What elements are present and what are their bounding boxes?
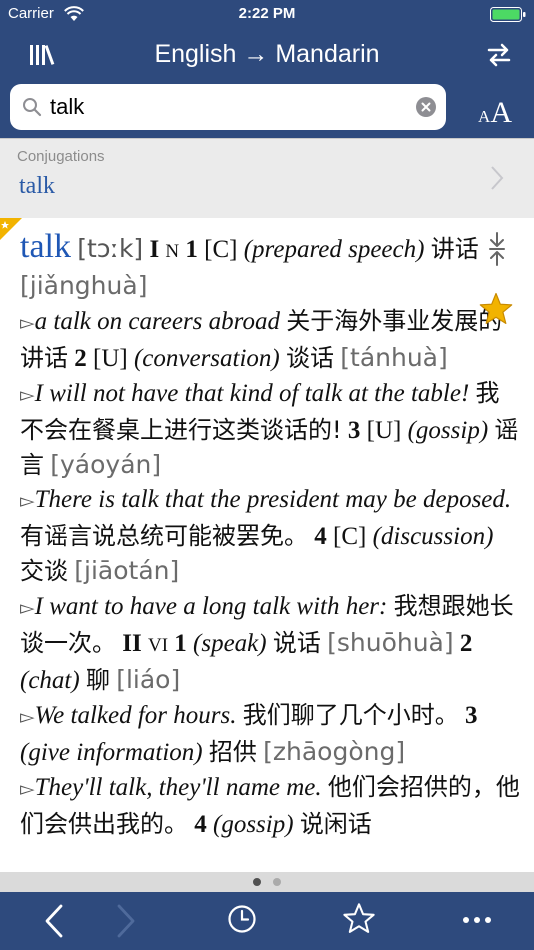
chevron-right-icon <box>491 166 504 190</box>
example-marker-icon: ▻ <box>20 707 35 728</box>
example-en: a talk on careers abroad <box>34 308 280 335</box>
font-size-small-label: A <box>478 107 491 126</box>
grammar-label: [U] <box>366 417 402 444</box>
sense-number: 4 <box>194 811 207 838</box>
clock: 2:22 PM <box>238 5 296 22</box>
sense-gloss: (give information) <box>20 739 203 766</box>
sense-number: 3 <box>464 702 478 729</box>
pinyin: [jiǎnghuà] <box>20 271 148 300</box>
conjugations-title: Conjugations <box>17 148 105 165</box>
headword: talk <box>20 228 71 265</box>
sense-gloss: (gossip) <box>213 811 294 838</box>
translation: 说话 <box>272 629 321 657</box>
translation: 聊 <box>85 666 110 694</box>
sense-gloss: (chat) <box>20 667 80 694</box>
star-icon[interactable] <box>478 292 514 326</box>
favorites-icon[interactable] <box>342 902 376 935</box>
battery-icon <box>490 7 526 22</box>
search-input[interactable] <box>48 91 410 123</box>
sense-number: 2 <box>74 345 87 372</box>
pinyin: [zhāogòng] <box>263 737 406 766</box>
translation: 讲话 <box>430 235 479 263</box>
search-icon <box>23 98 42 117</box>
sense-gloss: (conversation) <box>133 345 280 372</box>
example-marker-icon: ▻ <box>20 385 35 406</box>
example-en: We talked for hours. <box>34 702 237 729</box>
bottom-toolbar <box>0 892 534 950</box>
font-size-button[interactable]: AA <box>478 96 512 130</box>
pinyin: [shuōhuà] <box>327 628 454 657</box>
phonetic: [tɔːk] <box>77 234 144 263</box>
conjugations-row[interactable]: Conjugations talk <box>0 138 534 219</box>
clear-icon[interactable] <box>416 97 436 117</box>
dictionary-entry: talk [tɔːk] I N 1 [C] (prepared speech) … <box>0 218 534 872</box>
example-zh: 有谣言说总统可能被罢免。 <box>20 522 308 550</box>
page-dot[interactable] <box>273 878 281 886</box>
example-marker-icon: ▻ <box>20 598 35 619</box>
status-bar: Carrier 2:22 PM <box>0 0 534 30</box>
translation: 招供 <box>208 738 257 766</box>
pinyin: [jiāotán] <box>74 556 180 585</box>
entry-body: talk [tɔːk] I N 1 [C] (prepared speech) … <box>20 230 520 842</box>
font-size-large-label: A <box>490 96 512 129</box>
nav-bar: English → Mandarin <box>0 30 534 80</box>
favorite-corner-icon <box>0 218 22 240</box>
example-marker-icon: ▻ <box>20 779 35 800</box>
conjugations-word: talk <box>19 173 55 199</box>
page-indicator <box>0 872 534 892</box>
forward-icon[interactable] <box>116 904 136 938</box>
translation: 说闲话 <box>299 810 372 838</box>
example-marker-icon: ▻ <box>20 491 35 512</box>
top-bar: Carrier 2:22 PM English → Mandarin talk … <box>0 0 534 146</box>
sense-number: 1 <box>174 630 187 657</box>
more-icon[interactable] <box>462 916 492 924</box>
sense-gloss: (prepared speech) <box>243 236 425 263</box>
grammar-label: [U] <box>93 345 128 372</box>
sense-gloss: (gossip) <box>407 417 489 444</box>
roman-numeral: I <box>149 236 160 263</box>
part-of-speech: N <box>165 241 180 262</box>
example-en: I will not have that kind of talk at the… <box>34 380 470 407</box>
page-dot-active[interactable] <box>253 878 261 886</box>
translation: 交谈 <box>20 557 68 585</box>
swap-icon[interactable] <box>486 42 512 68</box>
sense-gloss: (discussion) <box>372 523 494 550</box>
history-icon[interactable] <box>227 904 257 934</box>
dictionary-title: English → Mandarin <box>154 40 380 68</box>
search-bar <box>10 84 446 130</box>
example-en: They'll talk, they'll name me. <box>34 774 322 801</box>
example-en: There is talk that the president may be … <box>34 486 512 513</box>
grammar-label: [C] <box>333 523 367 550</box>
example-en: I want to have a long talk with her: <box>34 593 388 620</box>
back-icon[interactable] <box>44 904 64 938</box>
sense-number: 3 <box>347 417 361 444</box>
collapse-icon[interactable] <box>488 232 506 266</box>
example-zh: 我们聊了几个小时。 <box>242 701 459 729</box>
pinyin: [yáoyán] <box>50 450 162 479</box>
sense-number: 2 <box>459 630 473 657</box>
sense-number: 1 <box>185 236 198 263</box>
sense-number: 4 <box>314 523 327 550</box>
example-marker-icon: ▻ <box>20 313 35 334</box>
sense-gloss: (speak) <box>193 630 267 657</box>
pinyin: [liáo] <box>116 665 181 694</box>
translation: 谈话 <box>286 344 335 372</box>
pinyin: [tánhuà] <box>340 343 448 372</box>
part-of-speech: VI <box>147 635 169 656</box>
roman-numeral: II <box>122 630 142 657</box>
grammar-label: [C] <box>204 236 238 263</box>
